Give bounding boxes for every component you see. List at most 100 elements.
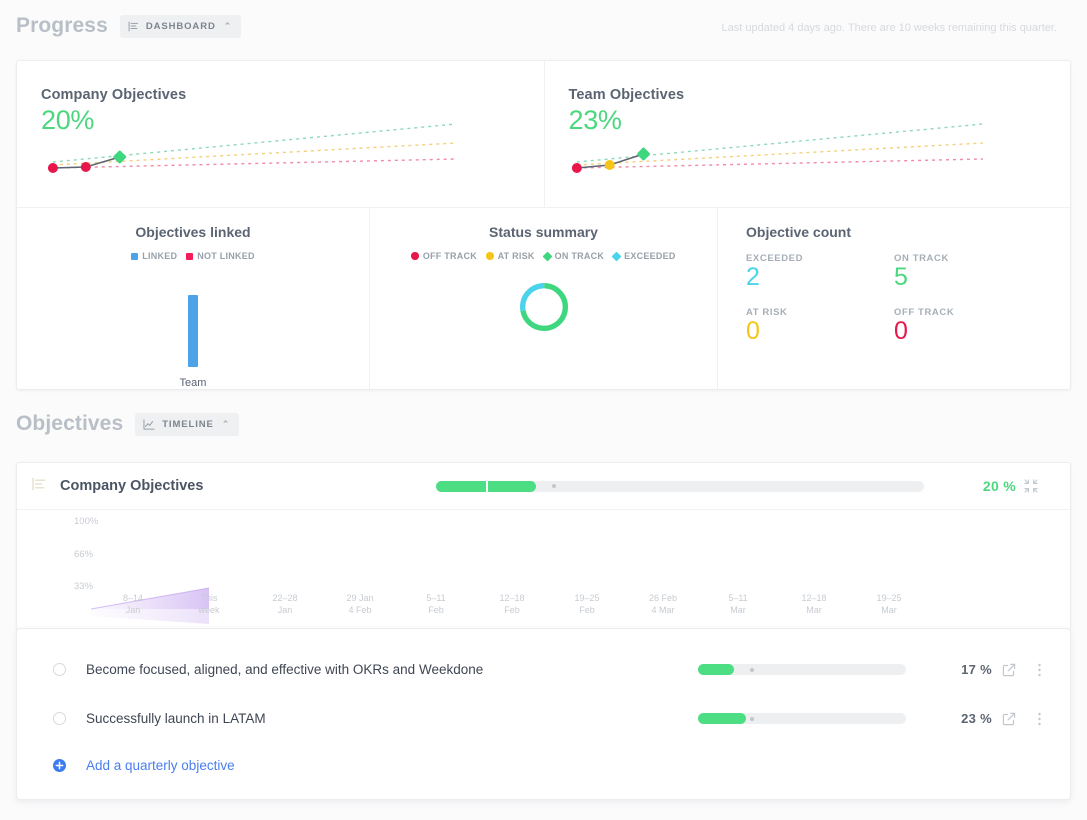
donut-chart-icon [519,283,568,331]
objective-count-panel: Objective count EXCEEDED 2 ON TRACK 5 AT… [717,208,1070,389]
count-value: 2 [746,263,760,291]
objectives-linked-title: Objectives linked [135,224,251,240]
objective-count-title: Objective count [746,224,852,240]
last-updated-text: Last updated 4 days ago. There are 10 we… [721,22,1057,34]
plus-circle [53,758,66,772]
company-progress-wrap: 20 % [436,478,1046,494]
more-dots [1037,663,1041,676]
external-link-icon[interactable] [992,712,1026,726]
collapse-icon[interactable] [1016,479,1046,493]
count-value: 0 [746,317,760,345]
count-label: AT RISK [746,307,788,318]
list-item[interactable]: Successfully launch in LATAM 23 % [17,694,1070,743]
timeline-chip-label: TIMELINE [162,418,214,430]
page-title: Progress [16,14,108,37]
status-summary-panel: Status summary OFF TRACK AT RISK ON TRAC… [369,208,717,389]
y-tick-66: 66% [74,549,94,560]
add-quarterly-objective-label: Add a quarterly objective [86,757,235,773]
legend-label: LINKED [142,251,178,261]
legend-item-not-linked: NOT LINKED [186,251,255,261]
plus-circle-icon [53,758,66,772]
status-summary-title: Status summary [489,224,598,240]
x-tick-8: 5–11 Mar [728,593,748,616]
summary-panels-row: Objectives linked LINKED NOT LINKED Team [17,207,1070,389]
objectives-title: Objectives [16,412,124,435]
objectives-linked-panel: Objectives linked LINKED NOT LINKED Team [17,208,369,389]
list-item[interactable]: Become focused, aligned, and effective w… [17,645,1070,694]
objective-progress-fill [698,713,746,724]
count-cell-exceeded: EXCEEDED 2 [746,253,894,291]
company-objectives-row-title: Company Objectives [60,478,204,494]
off-track-dot-icon [411,252,419,260]
objective-radio[interactable] [53,663,66,676]
legend-label: AT RISK [497,251,535,261]
team-objectives-sparkline [571,123,983,173]
count-label: OFF TRACK [894,307,955,318]
objective-progress-track[interactable] [698,664,906,675]
objective-percent: 17 % [961,662,992,677]
objective-radio[interactable] [53,712,66,725]
list-icon [128,21,139,32]
x-tick-1: This week [198,593,220,616]
legend-label: EXCEEDED [624,251,676,261]
external-link-icon[interactable] [992,663,1026,677]
dashboard-view-chip[interactable]: DASHBOARD ⌃ [119,14,242,38]
count-cell-at-risk: AT RISK 0 [746,307,894,345]
legend-item-on-track: ON TRACK [542,251,605,261]
objective-title: Become focused, aligned, and effective w… [86,662,484,677]
company-objectives-summary: Company Objectives 20% [17,61,544,207]
x-tick-7: 26 Feb 4 Mar [648,593,678,616]
objectives-header: Objectives TIMELINE ⌃ [16,412,240,436]
company-progress-track[interactable] [436,480,924,492]
progress-overview-card: Company Objectives 20% Team Objectives 2… [16,60,1071,390]
x-tick-10: 19–25 Mar [876,593,902,616]
objective-percent: 23 % [961,711,992,726]
objective-progress-fill [698,664,734,675]
timeline-view-chip[interactable]: TIMELINE ⌃ [135,412,240,436]
company-objectives-timeline-card: Company Objectives 20 % 100% 66% 33% 8–1… [16,462,1071,630]
x-tick-9: 12–18 Mar [801,593,827,616]
objectives-linked-chart: Team [17,279,369,389]
more-vertical-icon[interactable] [1026,712,1052,726]
progress-marker [750,667,754,672]
list-icon [31,476,47,497]
progress-marker [552,484,556,488]
on-track-diamond-icon [542,251,553,261]
add-quarterly-objective-button[interactable]: Add a quarterly objective [17,743,1070,787]
progress-dashboard-page: Progress DASHBOARD ⌃ Last updated 4 days… [0,0,1087,820]
objective-count-grid: EXCEEDED 2 ON TRACK 5 AT RISK 0 OFF TRAC… [746,253,1070,345]
linked-swatch-icon [131,252,139,260]
count-value: 0 [894,317,908,345]
legend-label: NOT LINKED [197,251,255,261]
x-tick-4: 5–11 Feb [426,593,446,616]
legend-item-at-risk: AT RISK [486,251,535,261]
objective-progress-track[interactable] [698,713,906,724]
legend-label: OFF TRACK [422,251,478,261]
linked-bar-label: Team [179,377,207,389]
progress-marker [750,716,754,721]
status-summary-donut [370,279,717,335]
dashboard-chip-label: DASHBOARD [145,20,216,32]
not-linked-swatch-icon [186,252,194,260]
x-tick-5: 12–18 Feb [499,593,525,616]
legend-item-linked: LINKED [131,251,177,261]
company-progress-percent: 20 % [982,478,1016,494]
objective-progress-wrap: 17 % [698,662,1052,677]
company-objectives-sparkline [47,123,456,173]
x-tick-0: 8–14 Jan [122,593,144,616]
more-vertical-icon[interactable] [1026,663,1052,677]
count-label: EXCEEDED [746,253,804,264]
more-dots [1037,712,1041,725]
team-objectives-summary: Team Objectives 23% [543,61,1071,207]
company-objectives-row[interactable]: Company Objectives 20 % [17,463,1070,510]
legend-item-off-track: OFF TRACK [411,251,477,261]
line-chart-icon [143,418,155,430]
company-progress-fill [436,480,536,492]
progress-segment-divider [486,480,488,492]
objective-title: Successfully launch in LATAM [86,711,266,726]
x-tick-3: 29 Jan 4 Feb [346,593,374,616]
objectives-timeline-chart: 100% 66% 33% 8–14 Jan This week 22–28 Jan 2… [17,510,1070,629]
status-summary-legend: OFF TRACK AT RISK ON TRACK EXCEEDED [370,251,717,261]
count-cell-on-track: ON TRACK 5 [894,253,1070,291]
progress-header: Progress DASHBOARD ⌃ [16,14,242,38]
